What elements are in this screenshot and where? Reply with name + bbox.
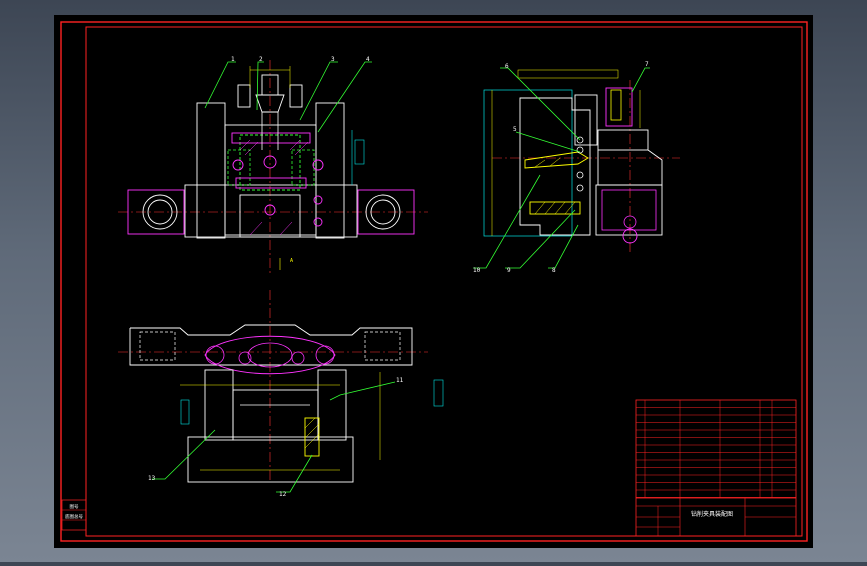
drawing-canvas: 图号 底图总号 A 1 2 3 4 6 5 7 8 9 10 11 12 13 …	[54, 15, 813, 548]
balloon-9: 9	[507, 267, 511, 274]
balloon-11: 11	[396, 377, 404, 384]
section-marker-a: A	[290, 258, 293, 264]
balloon-12: 12	[279, 491, 287, 498]
balloon-8: 8	[552, 267, 556, 274]
balloon-3: 3	[331, 56, 335, 63]
drawing-title: 钻削夹具装配图	[691, 510, 733, 518]
balloon-1: 1	[231, 56, 235, 63]
balloon-7: 7	[645, 61, 649, 68]
balloon-2: 2	[259, 56, 263, 63]
cad-window: 图号 底图总号 A 1 2 3 4 6 5 7 8 9 10 11 12 13 …	[0, 0, 867, 562]
balloon-5: 5	[513, 126, 517, 133]
stamp-label-top: 图号	[70, 504, 79, 510]
drawing-sheet	[54, 15, 813, 548]
balloon-13: 13	[148, 475, 156, 482]
stamp-label-bottom: 底图总号	[65, 513, 83, 520]
balloon-4: 4	[366, 56, 370, 63]
balloon-6: 6	[505, 63, 509, 70]
balloon-10: 10	[473, 267, 481, 274]
